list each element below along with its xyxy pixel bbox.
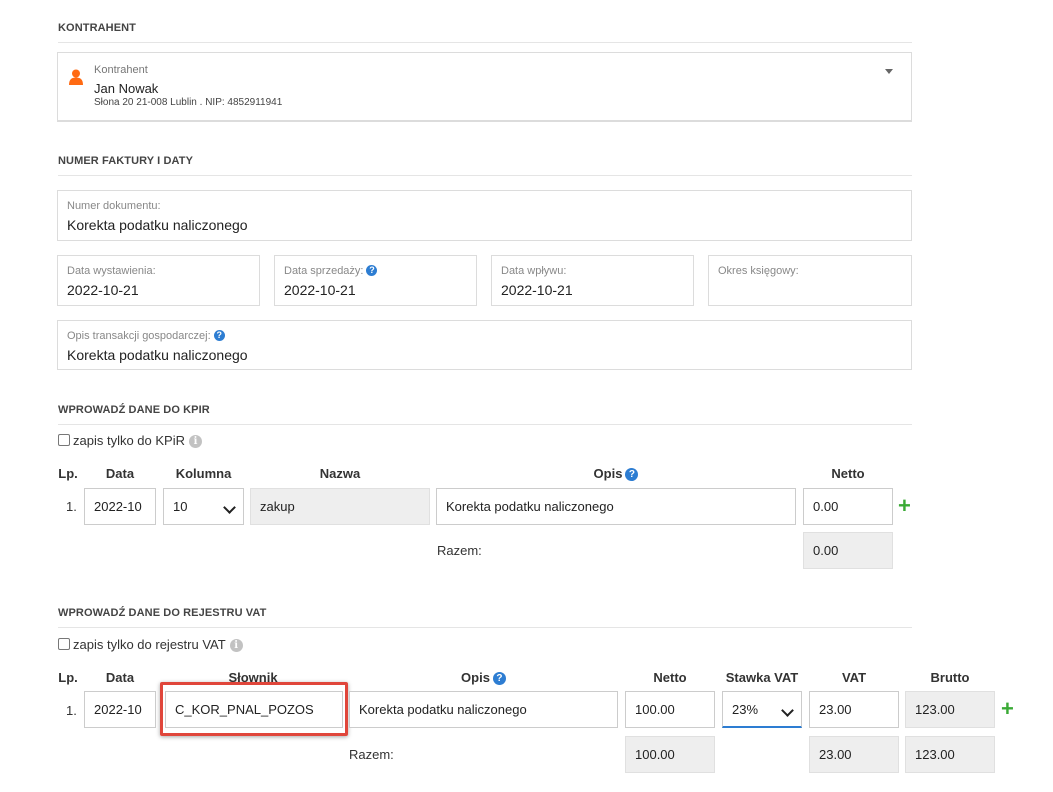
- divider: [58, 42, 912, 43]
- transaction-description-label: Opis transakcji gospodarczej:?: [67, 330, 225, 342]
- document-number-value: Korekta podatku naliczonego: [67, 217, 248, 233]
- kpir-only-checkbox[interactable]: zapis tylko do KPiR i: [58, 433, 202, 448]
- caret-down-icon[interactable]: [885, 69, 893, 74]
- contractor-label: Kontrahent: [94, 64, 148, 76]
- contractor-section-title: KONTRAHENT: [58, 22, 136, 34]
- vat-razem-netto: 100.00: [625, 736, 715, 773]
- vat-header-netto: Netto: [653, 670, 687, 685]
- vat-header-brutto: Brutto: [930, 670, 970, 685]
- vat-header-lp: Lp.: [58, 670, 78, 685]
- document-number-field[interactable]: Numer dokumentu: Korekta podatku naliczo…: [57, 190, 912, 241]
- vat-netto-input[interactable]: 100.00: [625, 691, 715, 728]
- checkbox[interactable]: [58, 638, 70, 650]
- kpir-razem-netto: 0.00: [803, 532, 893, 569]
- document-number-label: Numer dokumentu:: [67, 200, 161, 212]
- kpir-header-opis: Opis?: [436, 466, 796, 481]
- vat-razem-brutto: 123.00: [905, 736, 995, 773]
- vat-rate-select[interactable]: 23%: [722, 691, 802, 728]
- kpir-row-lp: 1.: [66, 499, 77, 514]
- person-icon: [69, 69, 83, 85]
- sale-date-field[interactable]: Data sprzedaży:? 2022-10-21: [274, 255, 477, 306]
- receipt-date-value: 2022-10-21: [501, 282, 573, 298]
- info-icon[interactable]: i: [229, 639, 243, 652]
- help-icon[interactable]: ?: [213, 330, 225, 341]
- kpir-header-nazwa: Nazwa: [319, 466, 361, 481]
- help-icon[interactable]: ?: [625, 468, 639, 481]
- kpir-header-data: Data: [105, 466, 135, 481]
- issue-date-label: Data wystawienia:: [67, 265, 156, 277]
- receipt-date-label: Data wpływu:: [501, 265, 567, 277]
- kpir-section-title: WPROWADŹ DANE DO KPIR: [58, 404, 210, 416]
- contractor-select[interactable]: Kontrahent Jan Nowak Słona 20 21-008 Lub…: [57, 52, 912, 122]
- vat-date-input[interactable]: 2022-10: [84, 691, 156, 728]
- vat-header-vat: VAT: [841, 670, 867, 685]
- help-icon[interactable]: ?: [492, 672, 506, 685]
- issue-date-value: 2022-10-21: [67, 282, 139, 298]
- accounting-period-label: Okres księgowy:: [718, 265, 799, 277]
- accounting-period-field[interactable]: Okres księgowy:: [708, 255, 912, 306]
- vat-header-data: Data: [105, 670, 135, 685]
- divider: [58, 424, 912, 425]
- contractor-name: Jan Nowak: [94, 81, 159, 96]
- vat-header-stawka: Stawka VAT: [725, 670, 799, 685]
- transaction-description-field[interactable]: Opis transakcji gospodarczej:? Korekta p…: [57, 320, 912, 370]
- vat-only-checkbox[interactable]: zapis tylko do rejestru VAT i: [58, 637, 243, 652]
- kpir-netto-input[interactable]: 0.00: [803, 488, 893, 525]
- kpir-header-lp: Lp.: [58, 466, 78, 481]
- vat-header-opis: Opis?: [349, 670, 618, 685]
- vat-razem-vat: 23.00: [809, 736, 899, 773]
- chevron-down-icon: [781, 704, 794, 717]
- kpir-date-input[interactable]: 2022-10: [84, 488, 156, 525]
- chevron-down-icon: [223, 501, 236, 514]
- kpir-header-kolumna: Kolumna: [175, 466, 232, 481]
- issue-date-field[interactable]: Data wystawienia: 2022-10-21: [57, 255, 260, 306]
- divider: [58, 627, 912, 628]
- vat-brutto-input: 123.00: [905, 691, 995, 728]
- vat-description-input[interactable]: Korekta podatku naliczonego: [349, 691, 618, 728]
- help-icon[interactable]: ?: [366, 265, 378, 276]
- kpir-razem-label: Razem:: [437, 543, 482, 558]
- sale-date-label: Data sprzedaży:?: [284, 265, 378, 277]
- invoice-section-title: NUMER FAKTURY I DATY: [58, 155, 194, 167]
- kpir-column-value: 10: [173, 499, 188, 514]
- add-kpir-row-icon[interactable]: +: [898, 495, 911, 517]
- vat-razem-label: Razem:: [349, 747, 394, 762]
- vat-row-lp: 1.: [66, 703, 77, 718]
- transaction-description-value: Korekta podatku naliczonego: [67, 347, 248, 363]
- kpir-name-input: zakup: [250, 488, 430, 525]
- sale-date-value: 2022-10-21: [284, 282, 356, 298]
- contractor-details: Słona 20 21-008 Lublin . NIP: 4852911941: [94, 97, 283, 108]
- kpir-column-select[interactable]: 10: [163, 488, 244, 525]
- info-icon[interactable]: i: [189, 435, 202, 448]
- kpir-header-netto: Netto: [831, 466, 865, 481]
- receipt-date-field[interactable]: Data wpływu: 2022-10-21: [491, 255, 694, 306]
- kpir-description-input[interactable]: Korekta podatku naliczonego: [436, 488, 796, 525]
- highlight-box: [160, 682, 348, 736]
- checkbox[interactable]: [58, 434, 70, 446]
- vat-rate-value: 23%: [732, 701, 759, 717]
- divider: [58, 175, 912, 176]
- vat-amount-input[interactable]: 23.00: [809, 691, 899, 728]
- vat-section-title: WPROWADŹ DANE DO REJESTRU VAT: [58, 607, 267, 619]
- add-vat-row-icon[interactable]: +: [1001, 698, 1014, 720]
